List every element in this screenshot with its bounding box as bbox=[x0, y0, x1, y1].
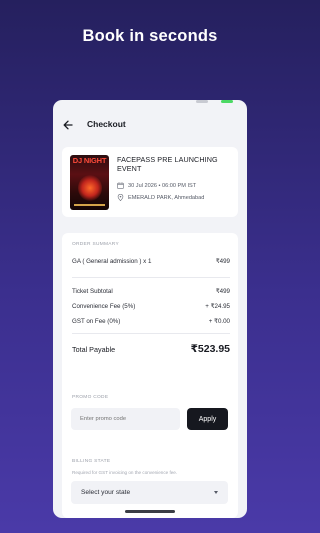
divider bbox=[72, 277, 230, 278]
calendar-icon bbox=[117, 182, 124, 189]
event-card[interactable]: DJ NIGHT FACEPASS PRE LAUNCHING EVENT 30… bbox=[62, 147, 238, 217]
promo-code-input[interactable] bbox=[71, 408, 180, 430]
convenience-fee-row: Convenience Fee (5%) + ₹24.95 bbox=[72, 303, 230, 310]
chevron-down-icon bbox=[214, 491, 218, 494]
status-indicator bbox=[196, 100, 208, 103]
gst-label: GST on Fee (0%) bbox=[72, 318, 121, 325]
billing-label: BILLING STATE bbox=[72, 459, 111, 464]
ticket-line-value: ₹499 bbox=[215, 258, 230, 265]
convenience-fee-label: Convenience Fee (5%) bbox=[72, 303, 136, 310]
ticket-line-row: GA ( General admission ) x 1 ₹499 bbox=[72, 258, 230, 265]
poster-glow bbox=[78, 175, 102, 201]
page-title: Checkout bbox=[87, 119, 126, 129]
home-indicator bbox=[125, 510, 175, 513]
poster-bar bbox=[74, 204, 105, 206]
phone-screen: Checkout DJ NIGHT FACEPASS PRE LAUNCHING… bbox=[53, 100, 247, 518]
promo-card: PROMO CODE Apply bbox=[62, 386, 238, 440]
promo-label: PROMO CODE bbox=[72, 395, 109, 400]
gst-row: GST on Fee (0%) + ₹0.00 bbox=[72, 318, 230, 325]
total-value: ₹523.95 bbox=[190, 343, 230, 355]
poster-text: DJ NIGHT bbox=[72, 156, 107, 165]
headline: Book in seconds bbox=[82, 27, 218, 45]
total-label: Total Payable bbox=[72, 345, 116, 354]
subtotal-row: Ticket Subtotal ₹499 bbox=[72, 288, 230, 295]
event-title: FACEPASS PRE LAUNCHING EVENT bbox=[117, 155, 218, 173]
event-venue: EMERALD PARK, Ahmedabad bbox=[128, 194, 205, 201]
event-poster: DJ NIGHT bbox=[70, 155, 109, 210]
state-select-value: Select your state bbox=[81, 489, 131, 496]
divider bbox=[72, 333, 230, 334]
map-pin-icon bbox=[117, 194, 124, 201]
ticket-line-label: GA ( General admission ) x 1 bbox=[72, 258, 152, 265]
apply-button[interactable]: Apply bbox=[187, 408, 228, 430]
subtotal-label: Ticket Subtotal bbox=[72, 288, 113, 295]
event-date: 30 Jul 2026 • 06:00 PM IST bbox=[128, 182, 197, 189]
event-date-row: 30 Jul 2026 • 06:00 PM IST bbox=[117, 182, 196, 189]
arrow-left-icon[interactable] bbox=[61, 118, 75, 132]
event-venue-row: EMERALD PARK, Ahmedabad bbox=[117, 194, 204, 201]
convenience-fee-value: + ₹24.95 bbox=[205, 303, 230, 310]
gst-value: + ₹0.00 bbox=[208, 318, 230, 325]
order-summary-label: ORDER SUMMARY bbox=[72, 242, 119, 247]
billing-card: BILLING STATE Required for GST invoicing… bbox=[62, 450, 238, 518]
state-select[interactable]: Select your state bbox=[71, 481, 228, 504]
battery-indicator bbox=[221, 100, 233, 103]
subtotal-value: ₹499 bbox=[215, 288, 230, 295]
app-bar: Checkout bbox=[53, 114, 247, 136]
total-row: Total Payable ₹523.95 bbox=[72, 343, 230, 355]
billing-help-text: Required for GST invoicing on the conven… bbox=[72, 470, 178, 475]
